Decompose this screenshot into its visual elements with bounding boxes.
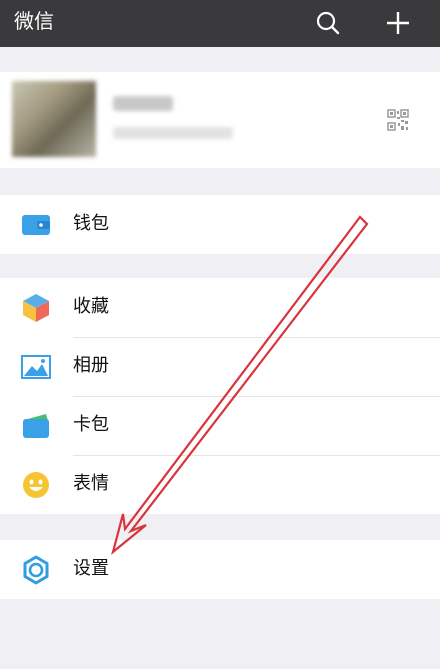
profile-wechat-id <box>113 127 233 139</box>
profile-card[interactable] <box>0 72 440 168</box>
wallet-group: 钱包 <box>0 195 440 254</box>
smiley-icon <box>21 471 51 499</box>
search-button[interactable] <box>310 5 346 41</box>
menu-item-settings[interactable]: 设置 <box>0 540 440 599</box>
menu-item-label: 相册 <box>73 355 109 376</box>
favorites-group: 收藏 相册 卡包 表情 <box>0 278 440 514</box>
profile-name <box>113 96 173 111</box>
top-bar: 微信 <box>0 0 440 47</box>
menu-item-cards[interactable]: 卡包 <box>0 396 440 455</box>
page-title: 微信 <box>14 9 54 33</box>
card-wallet-icon <box>21 412 51 440</box>
menu-item-label: 表情 <box>73 473 109 494</box>
plus-icon <box>387 12 409 34</box>
album-icon <box>21 353 51 381</box>
menu-item-label: 设置 <box>73 558 109 579</box>
wallet-icon <box>21 211 51 239</box>
add-button[interactable] <box>380 5 416 41</box>
menu-item-album[interactable]: 相册 <box>0 337 440 396</box>
menu-item-label: 卡包 <box>73 414 109 435</box>
qr-code-icon[interactable] <box>387 109 409 131</box>
menu-item-favorites[interactable]: 收藏 <box>0 278 440 337</box>
avatar <box>12 81 96 157</box>
menu-item-stickers[interactable]: 表情 <box>0 455 440 514</box>
menu-item-label: 收藏 <box>73 296 109 317</box>
favorites-cube-icon <box>21 294 51 322</box>
menu-item-label: 钱包 <box>73 213 109 234</box>
search-icon <box>316 11 340 35</box>
menu-item-wallet[interactable]: 钱包 <box>0 195 440 254</box>
settings-group: 设置 <box>0 540 440 599</box>
settings-gear-icon <box>21 555 51 585</box>
